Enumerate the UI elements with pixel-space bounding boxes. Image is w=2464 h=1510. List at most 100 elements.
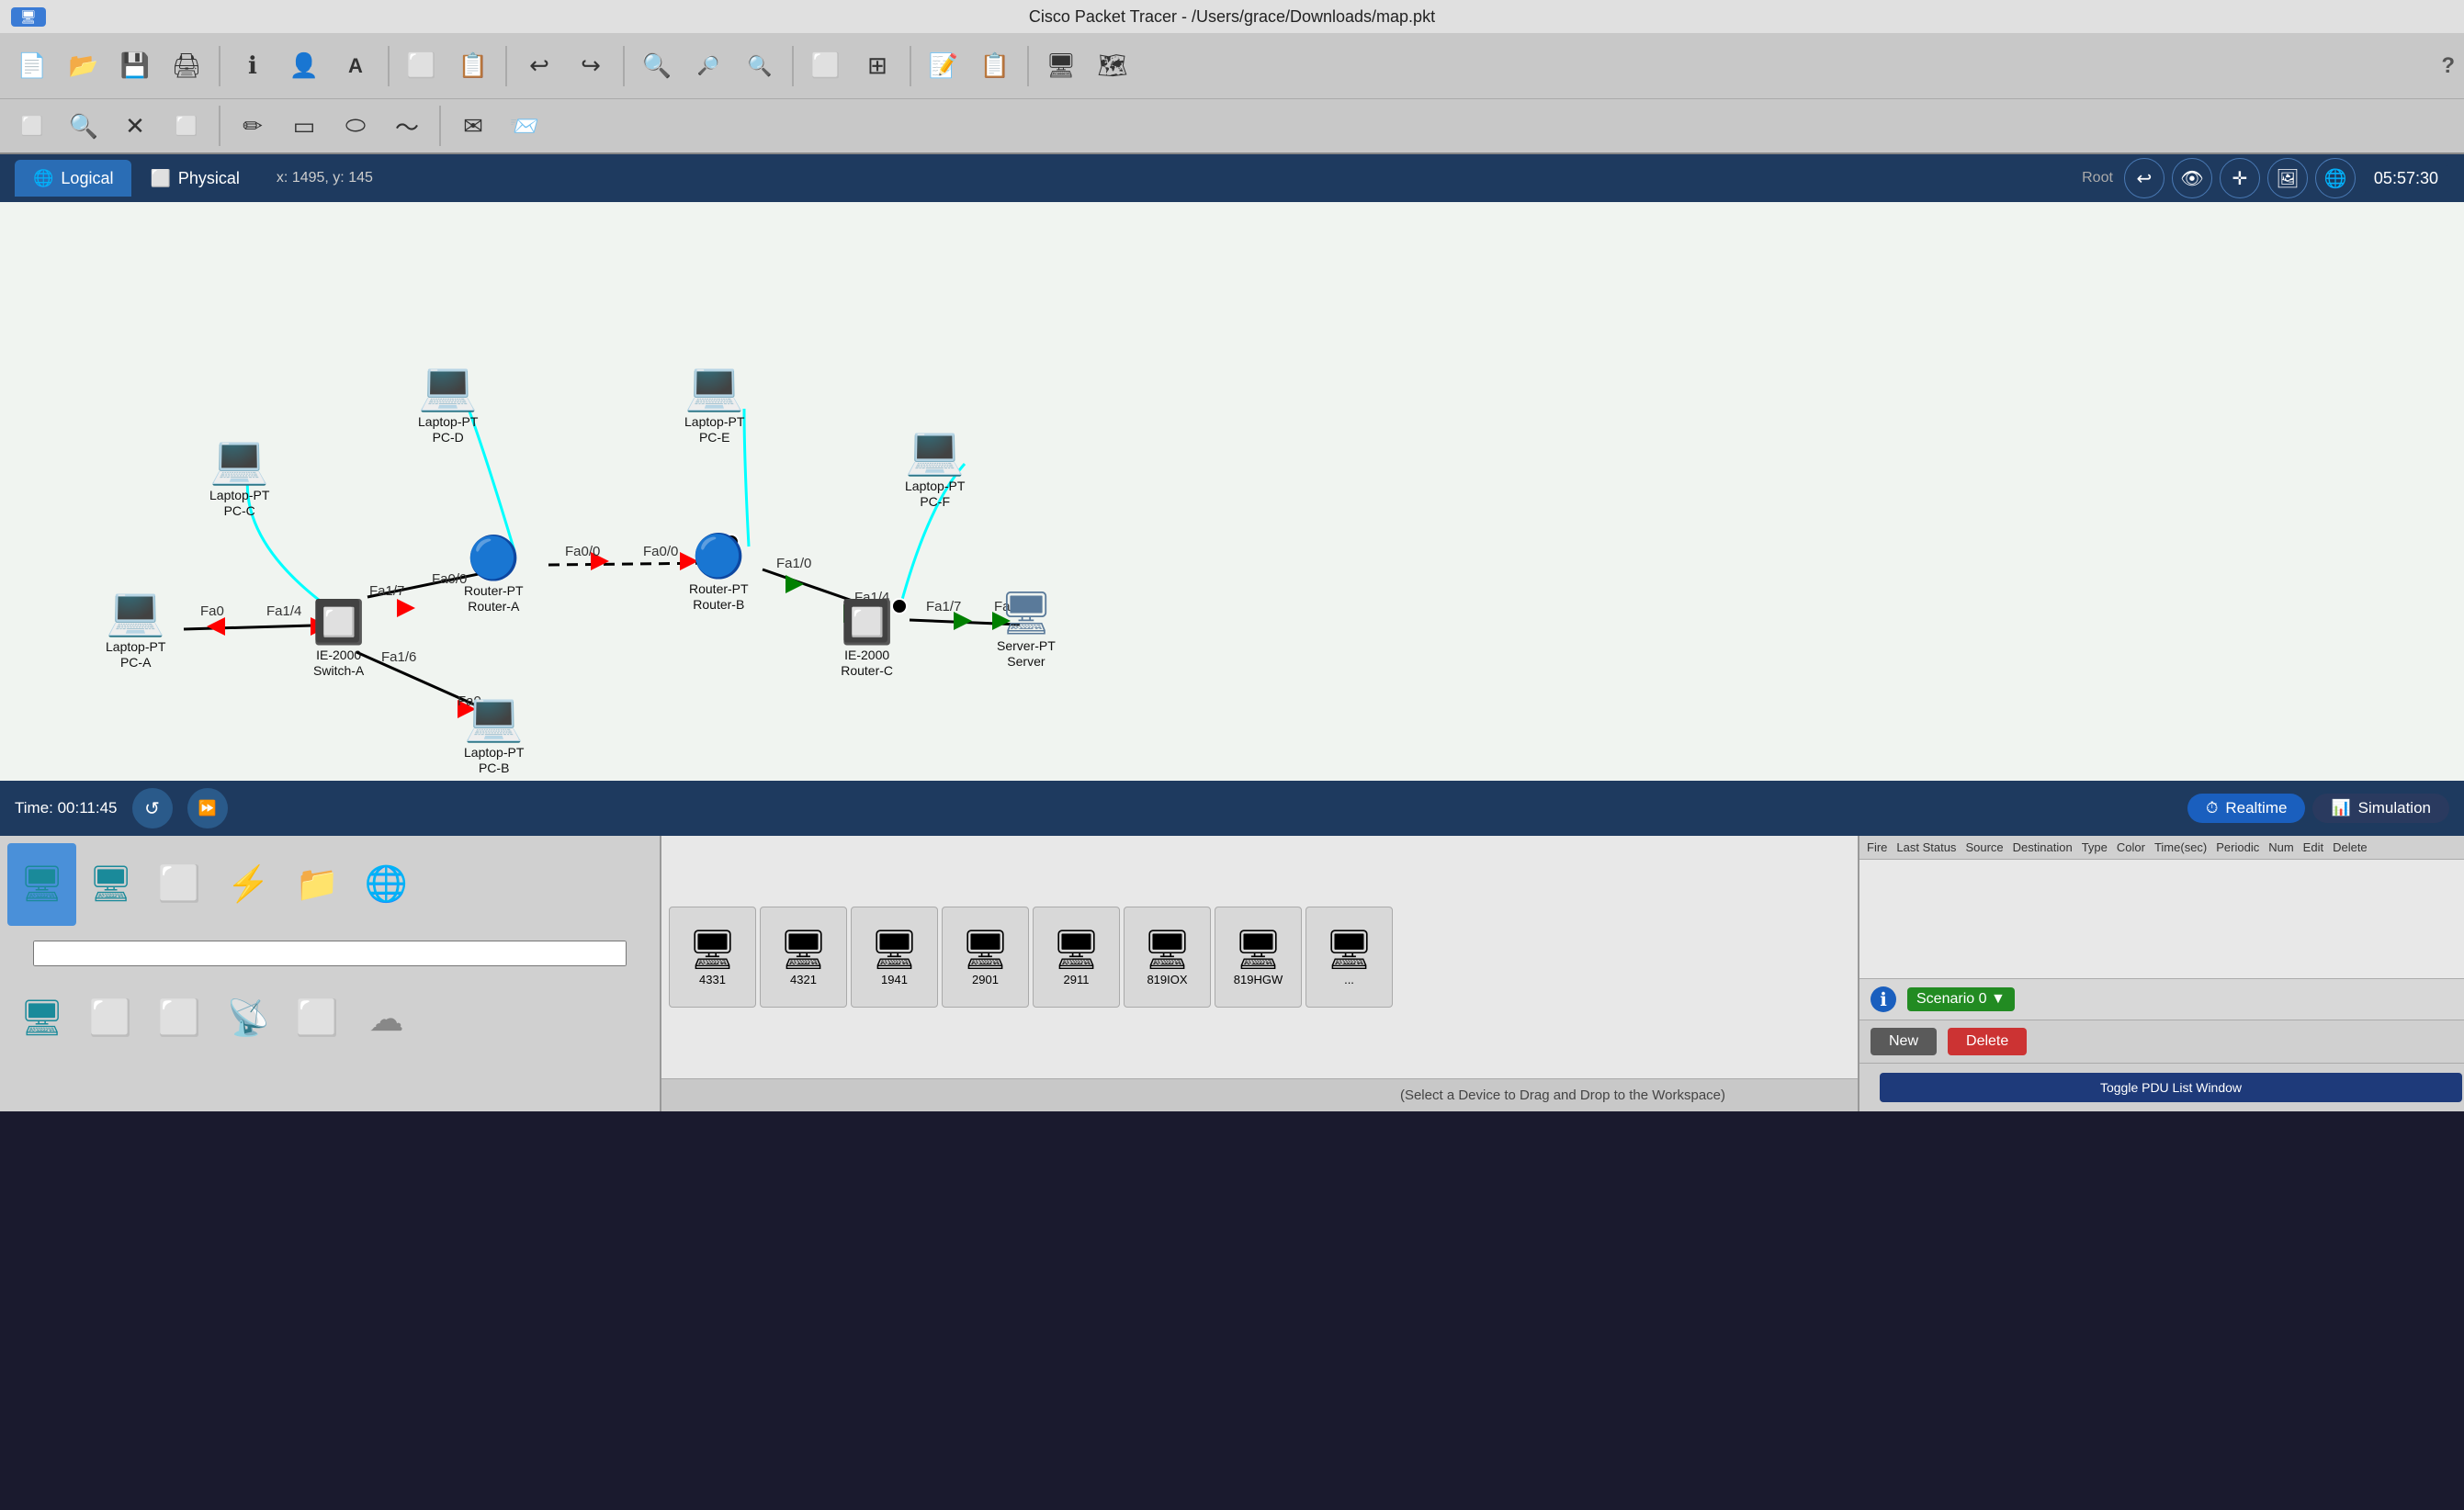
ellipse-tool-icon[interactable]: ⬭ — [333, 103, 379, 149]
simulation-label: Simulation — [2358, 799, 2431, 817]
node-server[interactable]: 🖥 Server-PTServer — [997, 588, 1056, 670]
switches-cat-btn[interactable]: 🖥 — [76, 843, 145, 926]
network-canvas[interactable]: Fa0 Fa1/4 Fa1/7 Fa0/0 Fa1/6 Fa0 Fa0/0 Fa… — [0, 202, 2464, 781]
topology-icon[interactable]: ⊞ — [854, 43, 900, 89]
activity-icon[interactable]: 👤 — [281, 43, 327, 89]
label-icon[interactable]: 📋 — [972, 43, 1018, 89]
toolbar-sep-5 — [792, 46, 794, 86]
node-pc-a[interactable]: 💻 Laptop-PTPC-A — [106, 583, 165, 670]
wireless-cat-btn[interactable]: 🌐 — [352, 843, 421, 926]
4321-icon: 🖥 — [779, 928, 828, 973]
delete-pdu-btn[interactable]: Delete — [1948, 1028, 2027, 1055]
cloud-cat-btn[interactable]: ⬜ — [76, 977, 145, 1060]
select-tool-icon[interactable]: ⬜ — [9, 103, 55, 149]
node-pc-d-label: Laptop-PTPC-D — [418, 414, 478, 445]
node-switch-c-label: IE-2000Router-C — [841, 648, 893, 679]
new-icon[interactable]: 📄 — [9, 43, 55, 89]
node-switch-c[interactable]: 🔲 IE-2000Router-C — [841, 597, 893, 679]
svg-text:Fa1/0: Fa1/0 — [776, 556, 811, 571]
custom-cat-btn[interactable]: ☁ — [352, 977, 421, 1060]
search-tool-icon[interactable]: 🔍 — [61, 103, 107, 149]
catalog-4321[interactable]: 🖥 4321 — [760, 907, 847, 1008]
toggle-pdu-window-btn[interactable]: Toggle PDU List Window — [1880, 1073, 2462, 1102]
simulation-mode-btn[interactable]: 📊 Simulation — [2312, 794, 2449, 823]
globe-icon[interactable]: 🌐 — [2315, 158, 2356, 198]
enddevices-cat-btn[interactable]: 📁 — [283, 843, 352, 926]
pdu-col-delete: Delete — [2333, 840, 2368, 854]
node-router-a[interactable]: 🔵 Router-PTRouter-A — [464, 533, 524, 614]
physical-mode-btn[interactable]: ⬜ Physical — [131, 160, 257, 197]
reset-time-btn[interactable]: ↺ — [132, 788, 173, 828]
font-icon[interactable]: A — [333, 43, 379, 89]
toolbar-sep-7 — [1027, 46, 1029, 86]
wireless2-cat-btn[interactable]: 📡 — [214, 977, 283, 1060]
email-tool-icon[interactable]: ✉ — [450, 103, 496, 149]
pencil-tool-icon[interactable]: ✏ — [230, 103, 276, 149]
node-pc-c[interactable]: 💻 Laptop-PTPC-C — [209, 432, 269, 519]
network-cat-btn[interactable]: ⚡ — [214, 843, 283, 926]
node-switch-a[interactable]: 🔲 IE-2000Switch-A — [312, 597, 365, 679]
notes-icon[interactable]: 📝 — [921, 43, 966, 89]
zoom-out-icon[interactable]: 🔍 — [737, 43, 783, 89]
catalog-819iox[interactable]: 🖥 819IOX — [1124, 907, 1211, 1008]
redo-icon[interactable]: ↪ — [568, 43, 614, 89]
rect-tool-icon[interactable]: ▭ — [281, 103, 327, 149]
fit-icon[interactable]: ⬜ — [803, 43, 849, 89]
node-pc-e[interactable]: 💻 Laptop-PTPC-E — [684, 358, 744, 445]
catalog-4331[interactable]: 🖥 4331 — [669, 907, 756, 1008]
freehand-tool-icon[interactable]: 〜 — [384, 103, 430, 149]
back-nav-icon[interactable]: ↩ — [2124, 158, 2164, 198]
open-icon[interactable]: 📂 — [61, 43, 107, 89]
print-icon[interactable]: 🖨 — [164, 43, 209, 89]
pdu-col-status: Last Status — [1896, 840, 1956, 854]
catalog-more[interactable]: 🖥 ... — [1305, 907, 1393, 1008]
zoom-in-icon[interactable]: 🔍 — [634, 43, 680, 89]
realtime-mode-btn[interactable]: ⏱ Realtime — [2187, 794, 2305, 823]
open-email-tool-icon[interactable]: 📨 — [502, 103, 548, 149]
catalog-4321-label: 4321 — [790, 973, 817, 986]
paste-icon[interactable]: 📋 — [450, 43, 496, 89]
routers-cat-btn[interactable]: 🖥 — [7, 843, 76, 926]
connections-cat-btn[interactable]: 🖥 — [7, 977, 76, 1060]
fast-forward-btn[interactable]: ⏩ — [187, 788, 228, 828]
node-pc-f[interactable]: 💻 Laptop-PTPC-F — [905, 423, 965, 510]
move-icon[interactable]: ✛ — [2220, 158, 2260, 198]
device-search-input[interactable] — [33, 941, 627, 966]
new-pdu-btn[interactable]: New — [1871, 1028, 1937, 1055]
scenario-select[interactable]: Scenario 0 ▼ — [1907, 987, 2015, 1011]
save-icon[interactable]: 💾 — [112, 43, 158, 89]
svg-text:Fa1/7: Fa1/7 — [369, 583, 404, 599]
viewport-icon[interactable]: 👁 — [2172, 158, 2212, 198]
zoom-custom-icon[interactable]: 🔎 — [685, 43, 731, 89]
svg-text:Fa1/7: Fa1/7 — [926, 599, 961, 614]
undo-icon[interactable]: ↩ — [516, 43, 562, 89]
image-icon[interactable]: 🖼 — [2267, 158, 2308, 198]
multilayer-cat-btn[interactable]: ⬜ — [145, 843, 214, 926]
pdu-col-fire: Fire — [1867, 840, 1887, 854]
app-title: Cisco Packet Tracer - /Users/grace/Downl… — [1029, 7, 1435, 27]
catalog-2901[interactable]: 🖥 2901 — [942, 907, 1029, 1008]
laptop-pc-b-icon: 💻 — [464, 689, 524, 745]
node-pc-b[interactable]: 💻 Laptop-PTPC-B — [464, 689, 524, 776]
map-icon[interactable]: 🗺 — [1090, 43, 1136, 89]
1941-icon: 🖥 — [870, 928, 919, 973]
info-icon[interactable]: ℹ — [230, 43, 276, 89]
physical-mode-label: Physical — [178, 169, 240, 188]
catalog-819hgw[interactable]: 🖥 819HGW — [1215, 907, 1302, 1008]
node-pc-d[interactable]: 💻 Laptop-PTPC-D — [418, 358, 478, 445]
help-icon[interactable]: ? — [2441, 53, 2455, 79]
copy-icon[interactable]: ⬜ — [399, 43, 445, 89]
node-router-b[interactable]: 🔵 Router-PTRouter-B — [689, 531, 749, 613]
delete-tool-icon[interactable]: ✕ — [112, 103, 158, 149]
logical-mode-btn[interactable]: 🌐 Logical — [15, 160, 131, 197]
switch-c-icon: 🔲 — [841, 597, 893, 648]
pdu-col-source: Source — [1965, 840, 2003, 854]
security-cat-btn[interactable]: ⬜ — [283, 977, 352, 1060]
device-manager-icon[interactable]: 🖥 — [1038, 43, 1084, 89]
server2-cat-btn[interactable]: ⬜ — [145, 977, 214, 1060]
catalog-2911[interactable]: 🖥 2911 — [1033, 907, 1120, 1008]
catalog-1941[interactable]: 🖥 1941 — [851, 907, 938, 1008]
catalog-more-label: ... — [1344, 973, 1354, 986]
window-button[interactable]: 🖥 — [11, 7, 46, 27]
resize-tool-icon[interactable]: ⬜ — [164, 103, 209, 149]
